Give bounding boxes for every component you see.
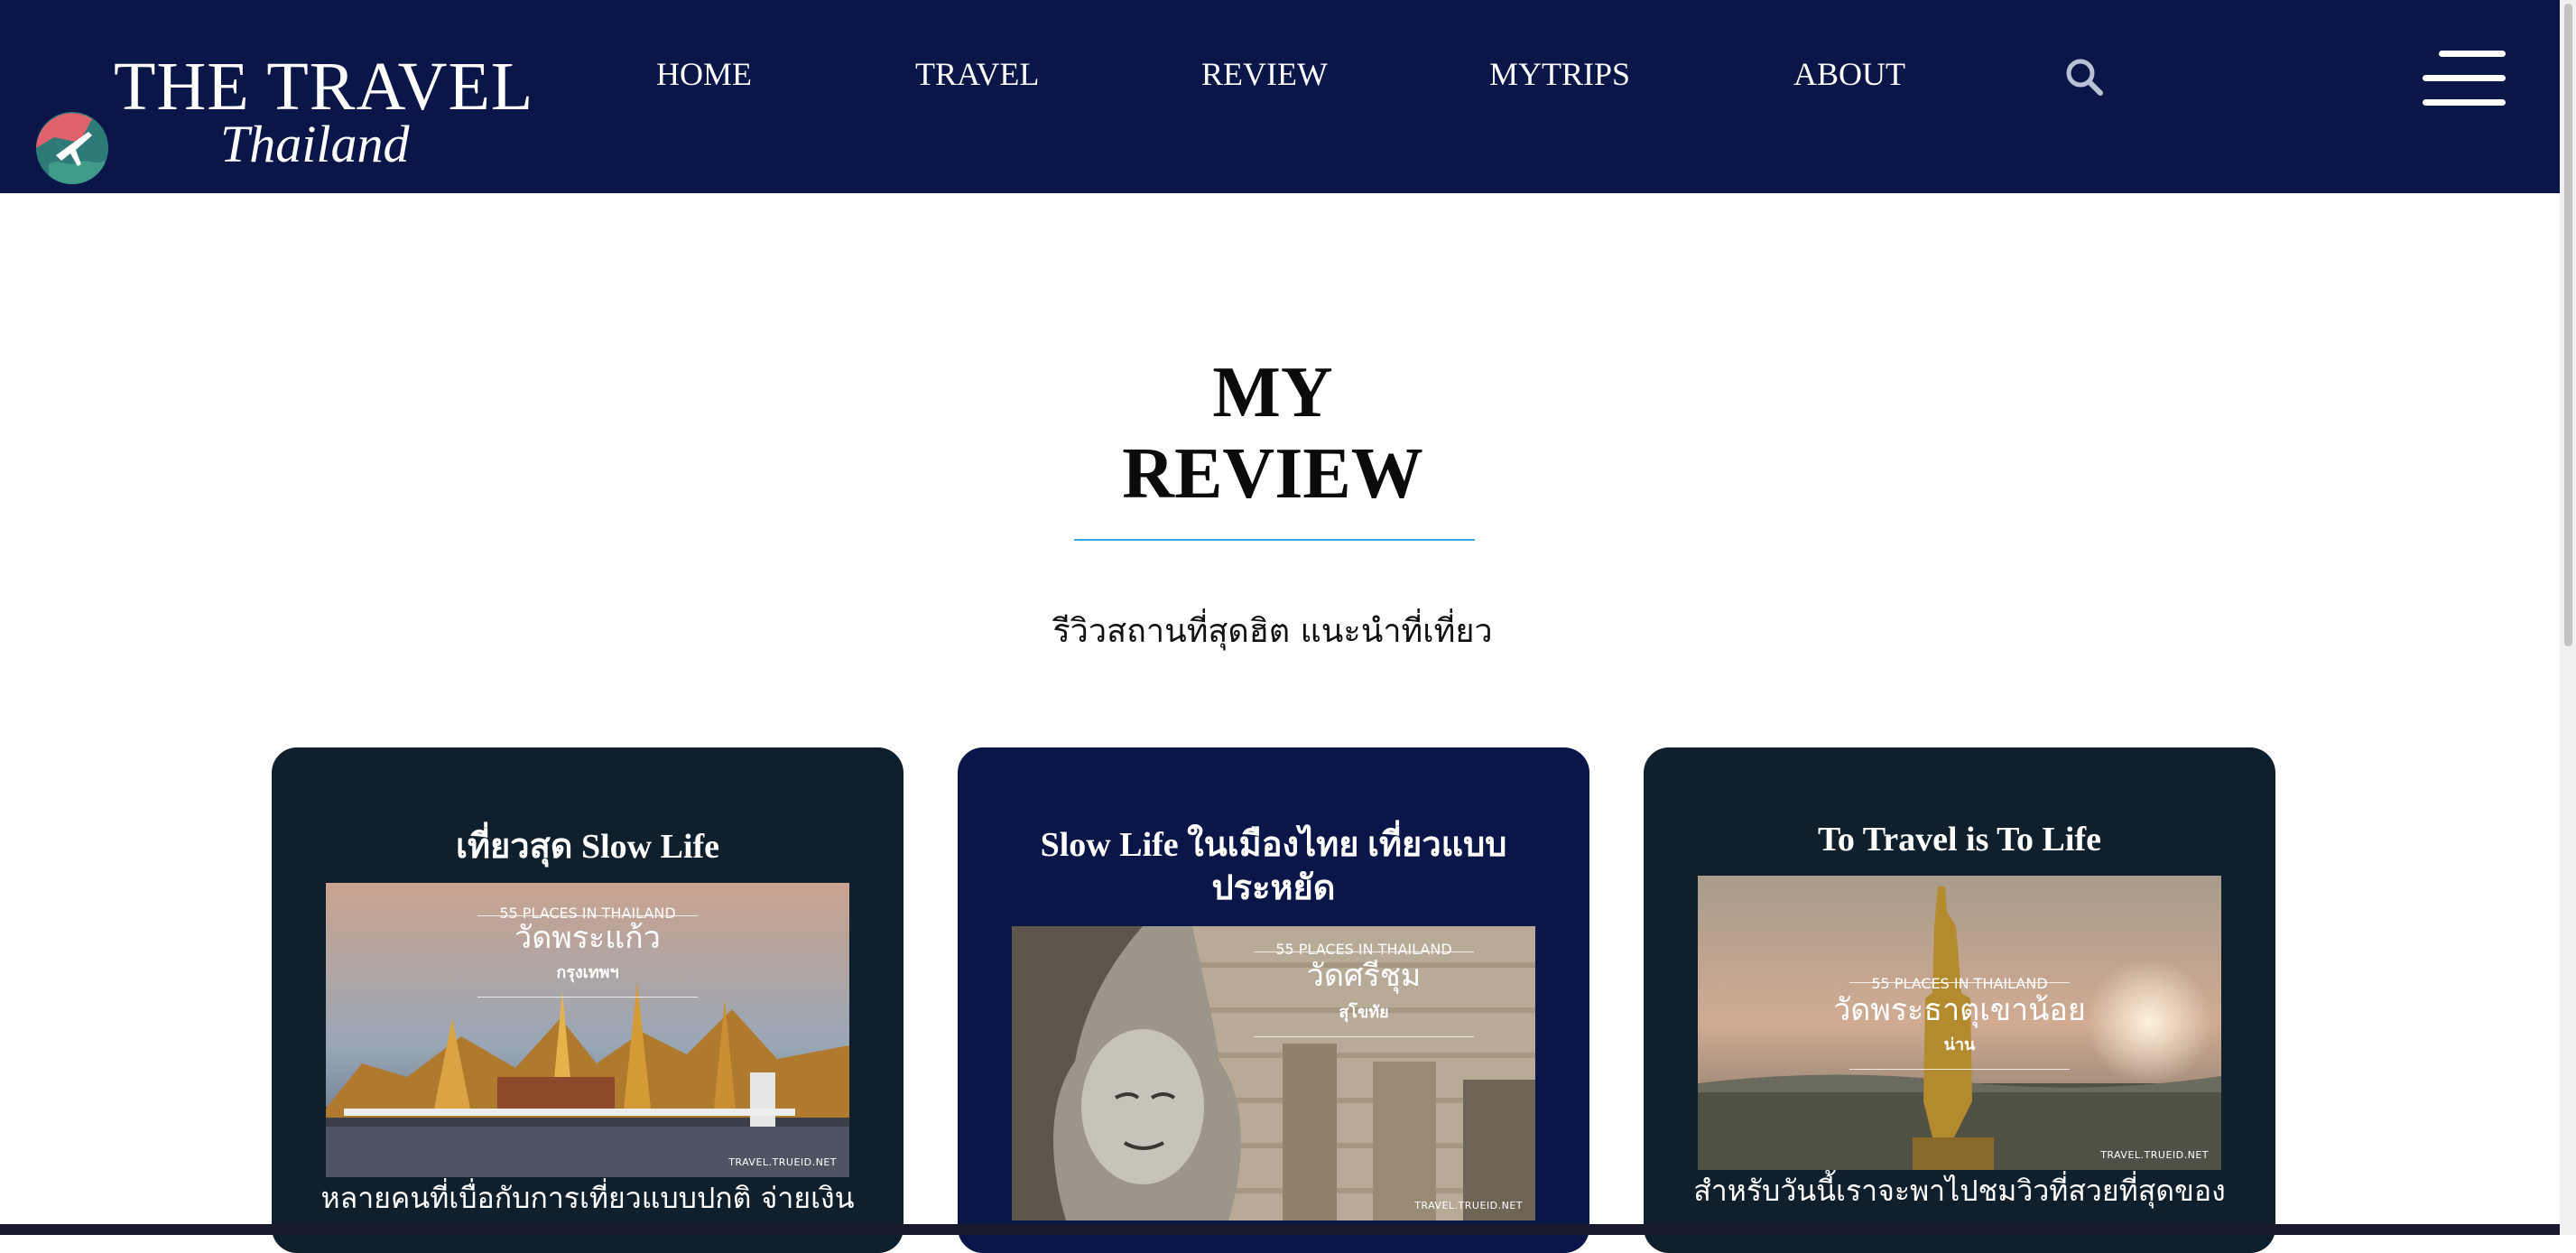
window-bottom-edge <box>0 1224 2560 1235</box>
scrollbar-thumb[interactable] <box>2564 4 2572 646</box>
hamburger-menu-icon[interactable] <box>2419 49 2507 108</box>
image-credit: TRAVEL.TRUEID.NET <box>1414 1200 1523 1211</box>
nav-mytrips[interactable]: MYTRIPS <box>1489 54 1630 94</box>
nav-review[interactable]: REVIEW <box>1201 54 1328 94</box>
image-credit: TRAVEL.TRUEID.NET <box>728 1156 837 1168</box>
image-place-name: วัดพระแก้ว <box>514 920 661 956</box>
page-title-line2: REVIEW <box>1122 434 1423 514</box>
site-logo-subtitle[interactable]: Thailand <box>220 116 410 173</box>
page-subtitle: รีวิวสถานที่สุดฮิต แนะนำที่เที่ยว <box>1052 613 1493 650</box>
nav-home[interactable]: HOME <box>656 54 752 94</box>
nav-travel[interactable]: TRAVEL <box>915 54 1039 94</box>
card-image-wat-phra-kaew[interactable]: 55 PLACES IN THAILAND วัดพระแก้ว กรุงเทพ… <box>326 883 849 1177</box>
review-card-2[interactable]: Slow Life ในเมืองไทย เที่ยวแบบประหยัด 55 <box>958 747 1589 1253</box>
caption-rule <box>1849 1069 2070 1070</box>
card-excerpt: สำหรับวันนี้เราจะพาไปชมวิวที่สวยที่สุดขอ… <box>1693 1174 2226 1208</box>
caption-rule <box>1254 1036 1474 1037</box>
card-title[interactable]: เที่ยวสุด Slow Life <box>308 825 867 868</box>
card-title[interactable]: To Travel is To Life <box>1680 818 2239 861</box>
review-card-1[interactable]: เที่ยวสุด Slow Life 55 PLACES IN THAILAN… <box>272 747 903 1253</box>
image-kicker: 55 PLACES IN THAILAND <box>1871 975 2048 992</box>
page-title-line1: MY <box>1212 353 1333 432</box>
nav-about[interactable]: ABOUT <box>1793 54 1905 94</box>
card-image-wat-si-chum[interactable]: 55 PLACES IN THAILAND วัดศรีชุม สุโขทัย … <box>1012 926 1535 1221</box>
globe-plane-logo-icon[interactable] <box>36 112 108 184</box>
image-province: กรุงเทพฯ <box>556 963 619 982</box>
caption-rule <box>477 997 698 998</box>
title-divider <box>1074 539 1475 541</box>
page-title: MY REVIEW <box>1047 352 1498 515</box>
image-province: น่าน <box>1943 1035 1976 1054</box>
site-header: THE TRAVEL Thailand HOME TRAVEL REVIEW M… <box>0 0 2560 193</box>
card-title[interactable]: Slow Life ในเมืองไทย เที่ยวแบบประหยัด <box>994 823 1553 910</box>
image-place-name: วัดศรีชุม <box>1306 958 1422 994</box>
card-excerpt: หลายคนที่เบื่อกับการเที่ยวแบบปกติ จ่ายเง… <box>320 1181 855 1215</box>
search-icon[interactable] <box>2063 56 2105 97</box>
site-logo-title[interactable]: THE TRAVEL <box>114 52 533 121</box>
image-province: สุโขทัย <box>1339 1003 1389 1022</box>
card-image-wat-phra-that-khao-noi[interactable]: 55 PLACES IN THAILAND วัดพระธาตุเขาน้อย … <box>1698 876 2221 1170</box>
image-kicker: 55 PLACES IN THAILAND <box>1275 941 1452 958</box>
image-credit: TRAVEL.TRUEID.NET <box>2100 1149 2209 1161</box>
image-place-name: วัดพระธาตุเขาน้อย <box>1833 992 2086 1028</box>
review-card-3[interactable]: To Travel is To Life 55 PLACES IN THAILA… <box>1644 747 2275 1253</box>
